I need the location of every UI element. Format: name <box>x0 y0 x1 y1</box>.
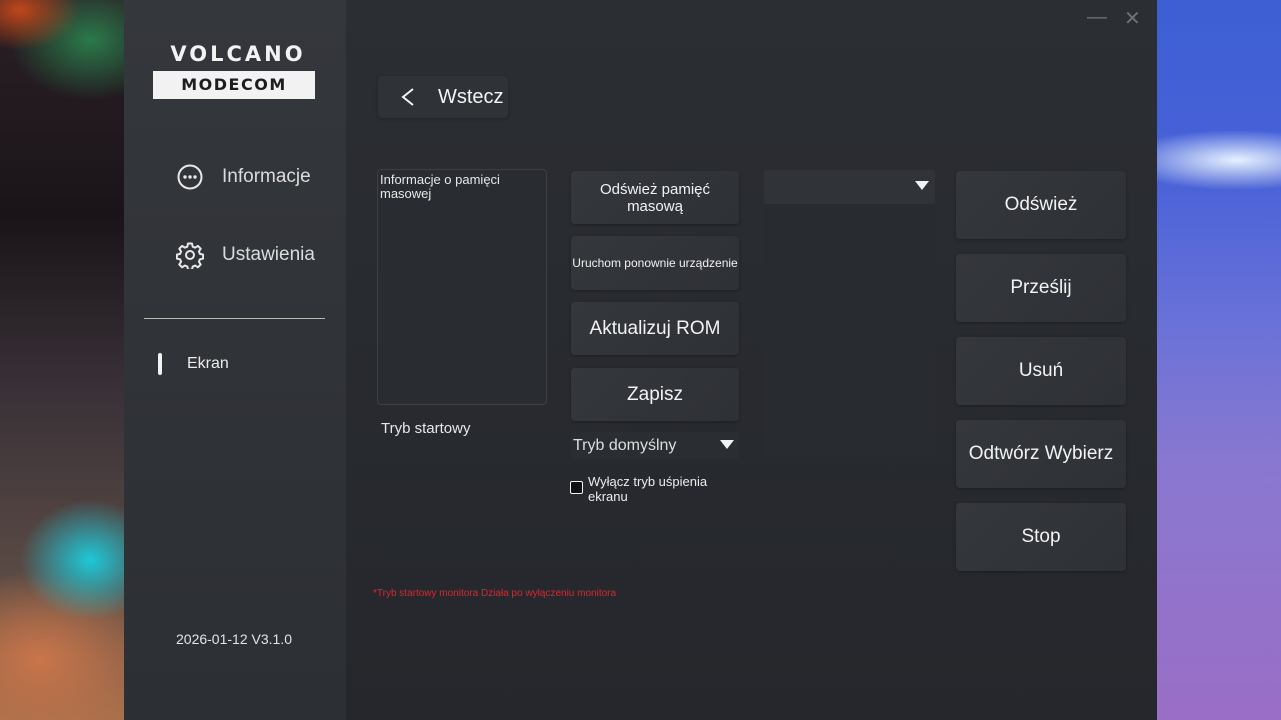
refresh-storage-button[interactable]: Odśwież pamięć masową <box>571 171 739 224</box>
startup-mode-value: Tryb domyślny <box>573 436 677 454</box>
sidebar-item-label: Ustawienia <box>222 244 315 265</box>
disable-sleep-label: Wyłącz tryb uśpienia ekranu <box>588 474 708 504</box>
startup-mode-select[interactable]: Tryb domyślny <box>571 432 739 459</box>
refresh-button[interactable]: Odśwież <box>956 171 1126 239</box>
sidebar-item-ekran[interactable]: Ekran <box>158 353 229 375</box>
sidebar: VOLCANO MODECOM Informacje Ustawienia Ek… <box>124 0 346 720</box>
app-window: VOLCANO MODECOM Informacje Ustawienia Ek… <box>124 0 1157 720</box>
storage-info-title: Informacje o pamięci masowej <box>380 172 500 201</box>
chevron-left-icon <box>384 87 432 107</box>
stop-button[interactable]: Stop <box>956 503 1126 571</box>
sidebar-item-informacje[interactable]: Informacje <box>176 163 311 191</box>
disable-sleep-checkbox[interactable]: Wyłącz tryb uśpienia ekranu <box>570 474 728 504</box>
gear-icon <box>176 241 204 269</box>
update-rom-button[interactable]: Aktualizuj ROM <box>571 302 739 355</box>
desktop-background-left <box>0 0 124 720</box>
minimize-button[interactable]: — <box>1087 6 1107 29</box>
storage-info-box: Informacje o pamięci masowej <box>377 169 547 405</box>
startup-mode-label: Tryb startowy <box>381 420 471 437</box>
dropdown-arrow-icon <box>720 437 734 455</box>
save-button[interactable]: Zapisz <box>571 368 739 421</box>
desktop-background-right <box>1157 0 1281 720</box>
file-list[interactable] <box>764 205 935 455</box>
play-selected-button[interactable]: Odtwórz Wybierz <box>956 420 1126 488</box>
dropdown-arrow-icon <box>915 178 929 196</box>
sidebar-divider <box>144 318 325 319</box>
logo-modecom: MODECOM <box>153 71 315 99</box>
upload-button[interactable]: Prześlij <box>956 254 1126 322</box>
active-indicator <box>158 353 162 375</box>
checkbox-box <box>570 481 583 494</box>
file-select-dropdown[interactable] <box>764 170 935 204</box>
close-button[interactable]: ✕ <box>1124 6 1141 31</box>
logo-volcano: VOLCANO <box>170 42 306 66</box>
more-horizontal-circle-icon <box>176 163 204 191</box>
startup-mode-note: *Tryb startowy monitora Działa po wyłącz… <box>373 588 617 599</box>
restart-device-button[interactable]: Uruchom ponownie urządzenie <box>571 236 739 290</box>
sidebar-item-label: Informacje <box>222 166 311 187</box>
sidebar-item-ustawienia[interactable]: Ustawienia <box>176 241 315 269</box>
version-label: 2026-01-12 V3.1.0 <box>176 631 292 647</box>
back-button[interactable]: Wstecz <box>378 76 508 118</box>
delete-button[interactable]: Usuń <box>956 337 1126 405</box>
sidebar-item-label: Ekran <box>187 355 229 372</box>
back-button-label: Wstecz <box>438 85 504 108</box>
